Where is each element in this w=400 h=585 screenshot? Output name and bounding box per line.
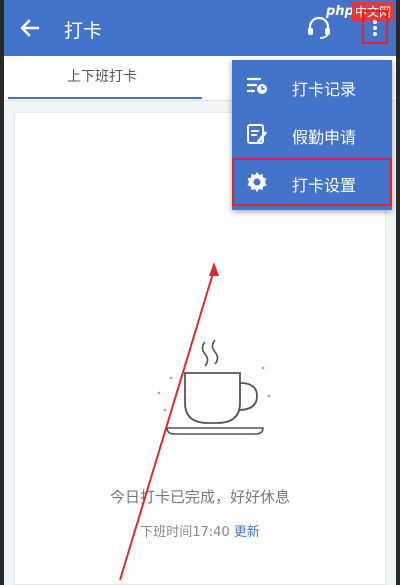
watermark-brand: php [326, 4, 354, 19]
arrow-left-icon [20, 19, 40, 37]
coffee-cup-icon [157, 339, 271, 435]
menu-item-label: 假勤申请 [292, 128, 357, 147]
menu-item-leave-request[interactable]: 假勤申请 [232, 110, 392, 158]
menu-item-clock-records[interactable]: 打卡记录 [232, 62, 392, 110]
edit-document-icon [247, 124, 267, 144]
off-work-time-line: 下班时间17:40 更新 [15, 521, 385, 540]
more-options-button[interactable] [362, 10, 388, 44]
menu-item-label: 打卡设置 [292, 176, 357, 195]
tab-indicator [8, 97, 202, 99]
overflow-menu: 打卡记录 假勤申请 打卡设置 [232, 60, 392, 210]
status-message: 今日打卡已完成，好好休息 [109, 488, 290, 506]
record-list-icon [246, 77, 267, 94]
app-bar: 打卡 php 中文网 [4, 0, 396, 56]
gear-icon [247, 172, 267, 192]
back-button[interactable] [16, 14, 44, 42]
menu-item-clock-settings[interactable]: 打卡设置 [232, 158, 392, 206]
off-work-time: 下班时间17:40 [140, 525, 230, 540]
page-title: 打卡 [64, 20, 103, 42]
phone-screen: 打卡 php 中文网 上下班打卡 今日打卡已完成，好好休息 下班时间17:40 … [4, 0, 396, 585]
update-link[interactable]: 更新 [234, 525, 260, 540]
menu-item-label: 打卡记录 [292, 80, 357, 99]
tab-clock-in-out[interactable]: 上下班打卡 [4, 56, 200, 100]
